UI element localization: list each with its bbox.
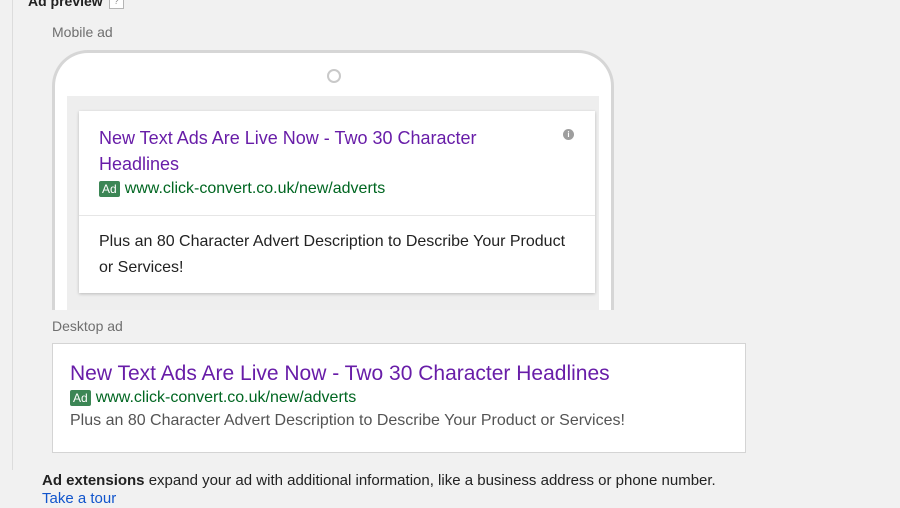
ad-extensions-text: expand your ad with additional informati…: [144, 472, 716, 489]
ad-preview-panel: Ad preview ? Mobile ad New Text Ads Are …: [0, 0, 900, 507]
mobile-ad-headline[interactable]: New Text Ads Are Live Now - Two 30 Chara…: [99, 125, 559, 177]
mobile-ad-url: www.click-convert.co.uk/new/adverts: [124, 180, 386, 197]
desktop-ad-headline[interactable]: New Text Ads Are Live Now - Two 30 Chara…: [70, 362, 610, 386]
desktop-ad-card: New Text Ads Are Live Now - Two 30 Chara…: [52, 343, 746, 453]
section-header: Ad preview ?: [28, 0, 124, 9]
desktop-ad-description: Plus an 80 Character Advert Description …: [70, 412, 625, 429]
info-icon[interactable]: i: [563, 129, 574, 140]
mobile-ad-label: Mobile ad: [52, 24, 113, 40]
desktop-ad-url-row: Ad www.click-convert.co.uk/new/adverts: [70, 389, 356, 407]
desktop-ad-label: Desktop ad: [52, 318, 123, 334]
mobile-ad-card: New Text Ads Are Live Now - Two 30 Chara…: [79, 111, 595, 293]
ad-badge: Ad: [70, 390, 91, 406]
phone-frame: New Text Ads Are Live Now - Two 30 Chara…: [52, 50, 614, 310]
take-a-tour-link[interactable]: Take a tour: [42, 490, 116, 507]
phone-camera-icon: [327, 69, 341, 83]
mobile-ad-url-row: Ad www.click-convert.co.uk/new/adverts: [99, 180, 385, 198]
desktop-ad-url: www.click-convert.co.uk/new/adverts: [95, 389, 357, 406]
section-title: Ad preview: [28, 0, 103, 9]
ad-extensions-info: Ad extensions expand your ad with additi…: [42, 472, 742, 508]
ad-badge: Ad: [99, 181, 120, 197]
ad-extensions-title: Ad extensions: [42, 472, 145, 489]
panel-divider: [12, 0, 13, 470]
help-icon[interactable]: ?: [108, 0, 124, 9]
mobile-card-divider: [79, 215, 595, 216]
mobile-ad-description: Plus an 80 Character Advert Description …: [99, 233, 566, 276]
